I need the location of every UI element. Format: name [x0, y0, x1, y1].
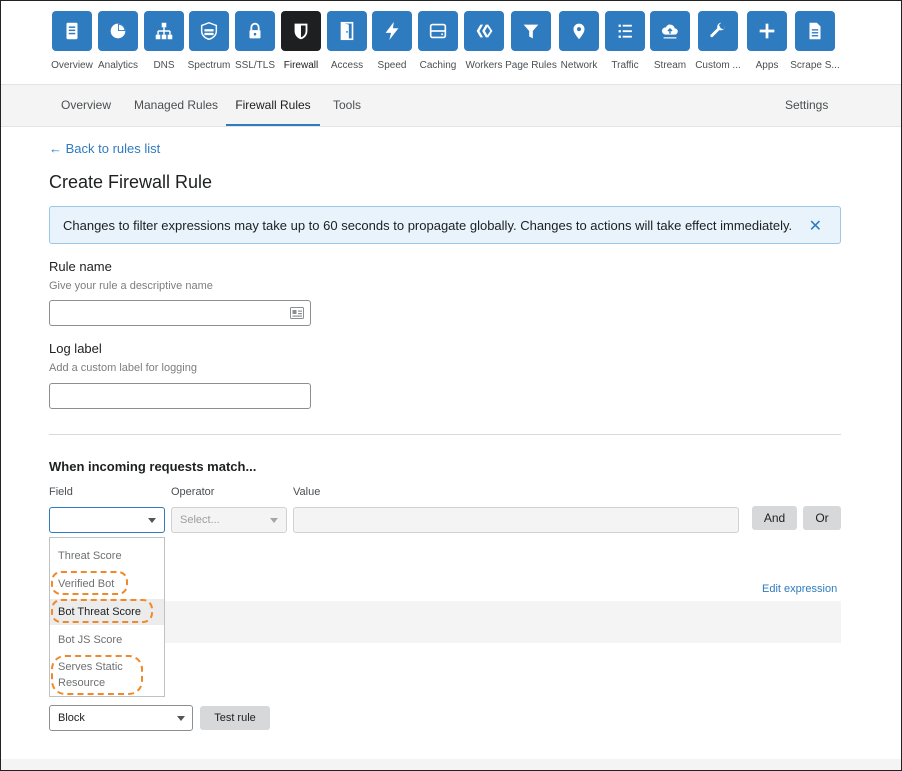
field-select[interactable] [49, 507, 165, 533]
page-title: Create Firewall Rule [49, 172, 213, 192]
product-nav: Overview Analytics DNS Spectrum SSL/TLS … [0, 0, 902, 85]
close-icon[interactable]: ✕ [809, 216, 822, 236]
divider [49, 434, 841, 435]
action-select-value: Block [58, 712, 85, 724]
rule-name-label: Rule name [49, 259, 112, 274]
dropdown-option-serves-static-resource[interactable]: Serves Static Resource [50, 659, 140, 691]
back-to-rules-link[interactable]: ← Back to rules list [49, 141, 160, 156]
field-dropdown-menu: Threat Score Verified Bot Bot Threat Sco… [49, 537, 165, 697]
operator-select[interactable]: Select... [171, 507, 287, 533]
cloud-upload-icon [661, 24, 678, 39]
expression-preview [49, 601, 841, 643]
nav-label: Scrape S... [790, 60, 840, 71]
footer-strip [0, 759, 902, 771]
pie-chart-icon [110, 23, 126, 39]
dropdown-option-verified-bot[interactable]: Verified Bot [50, 576, 164, 592]
firewall-subnav: Overview Managed Rules Firewall Rules To… [0, 85, 902, 127]
list-icon [618, 24, 632, 38]
filter-icon [523, 24, 539, 39]
document-icon [66, 22, 78, 40]
value-column-label: Value [293, 486, 321, 498]
log-label-label: Log label [49, 341, 102, 356]
plus-icon [759, 23, 775, 39]
lock-icon [249, 22, 261, 39]
operator-placeholder: Select... [180, 514, 220, 526]
server-shield-icon [200, 21, 218, 41]
or-button[interactable]: Or [803, 506, 841, 530]
log-label-hint: Add a custom label for logging [49, 362, 197, 374]
chevron-down-icon [177, 716, 185, 721]
workers-icon [476, 24, 493, 38]
dropdown-option-bot-js-score[interactable]: Bot JS Score [50, 632, 164, 648]
rule-name-hint: Give your rule a descriptive name [49, 280, 213, 292]
tab-firewall-rules[interactable]: Firewall Rules [226, 85, 320, 126]
notice-text: Changes to filter expressions may take u… [63, 218, 793, 233]
storage-icon [429, 23, 447, 39]
action-select[interactable]: Block [49, 705, 193, 731]
match-section-title: When incoming requests match... [49, 459, 257, 474]
edit-expression-link[interactable]: Edit expression [762, 583, 837, 595]
rule-name-input[interactable] [49, 300, 311, 326]
wrench-icon [710, 22, 725, 38]
tab-managed-rules[interactable]: Managed Rules [134, 85, 218, 126]
lightning-icon [385, 21, 399, 41]
dropdown-option-bot-threat-score[interactable]: Bot Threat Score [50, 599, 164, 625]
log-label-input[interactable] [49, 383, 311, 409]
location-pin-icon [573, 23, 585, 40]
operator-column-label: Operator [171, 486, 215, 498]
and-button[interactable]: And [752, 506, 797, 530]
dropdown-option-threat-score[interactable]: Threat Score [50, 548, 164, 564]
shield-icon [294, 23, 308, 40]
page-icon [809, 22, 821, 40]
tab-tools[interactable]: Tools [333, 85, 361, 126]
chevron-down-icon [148, 518, 156, 523]
nav-scrape-shield[interactable]: Scrape S... [787, 11, 843, 77]
tab-settings[interactable]: Settings [785, 85, 828, 126]
chevron-down-icon [270, 518, 278, 523]
network-tree-icon [155, 22, 173, 40]
tab-overview[interactable]: Overview [61, 85, 111, 126]
id-card-icon [290, 307, 304, 319]
test-rule-button[interactable]: Test rule [200, 706, 270, 730]
field-column-label: Field [49, 486, 73, 498]
value-input[interactable] [293, 507, 739, 533]
info-notice: Changes to filter expressions may take u… [49, 206, 841, 244]
door-icon [340, 21, 354, 41]
